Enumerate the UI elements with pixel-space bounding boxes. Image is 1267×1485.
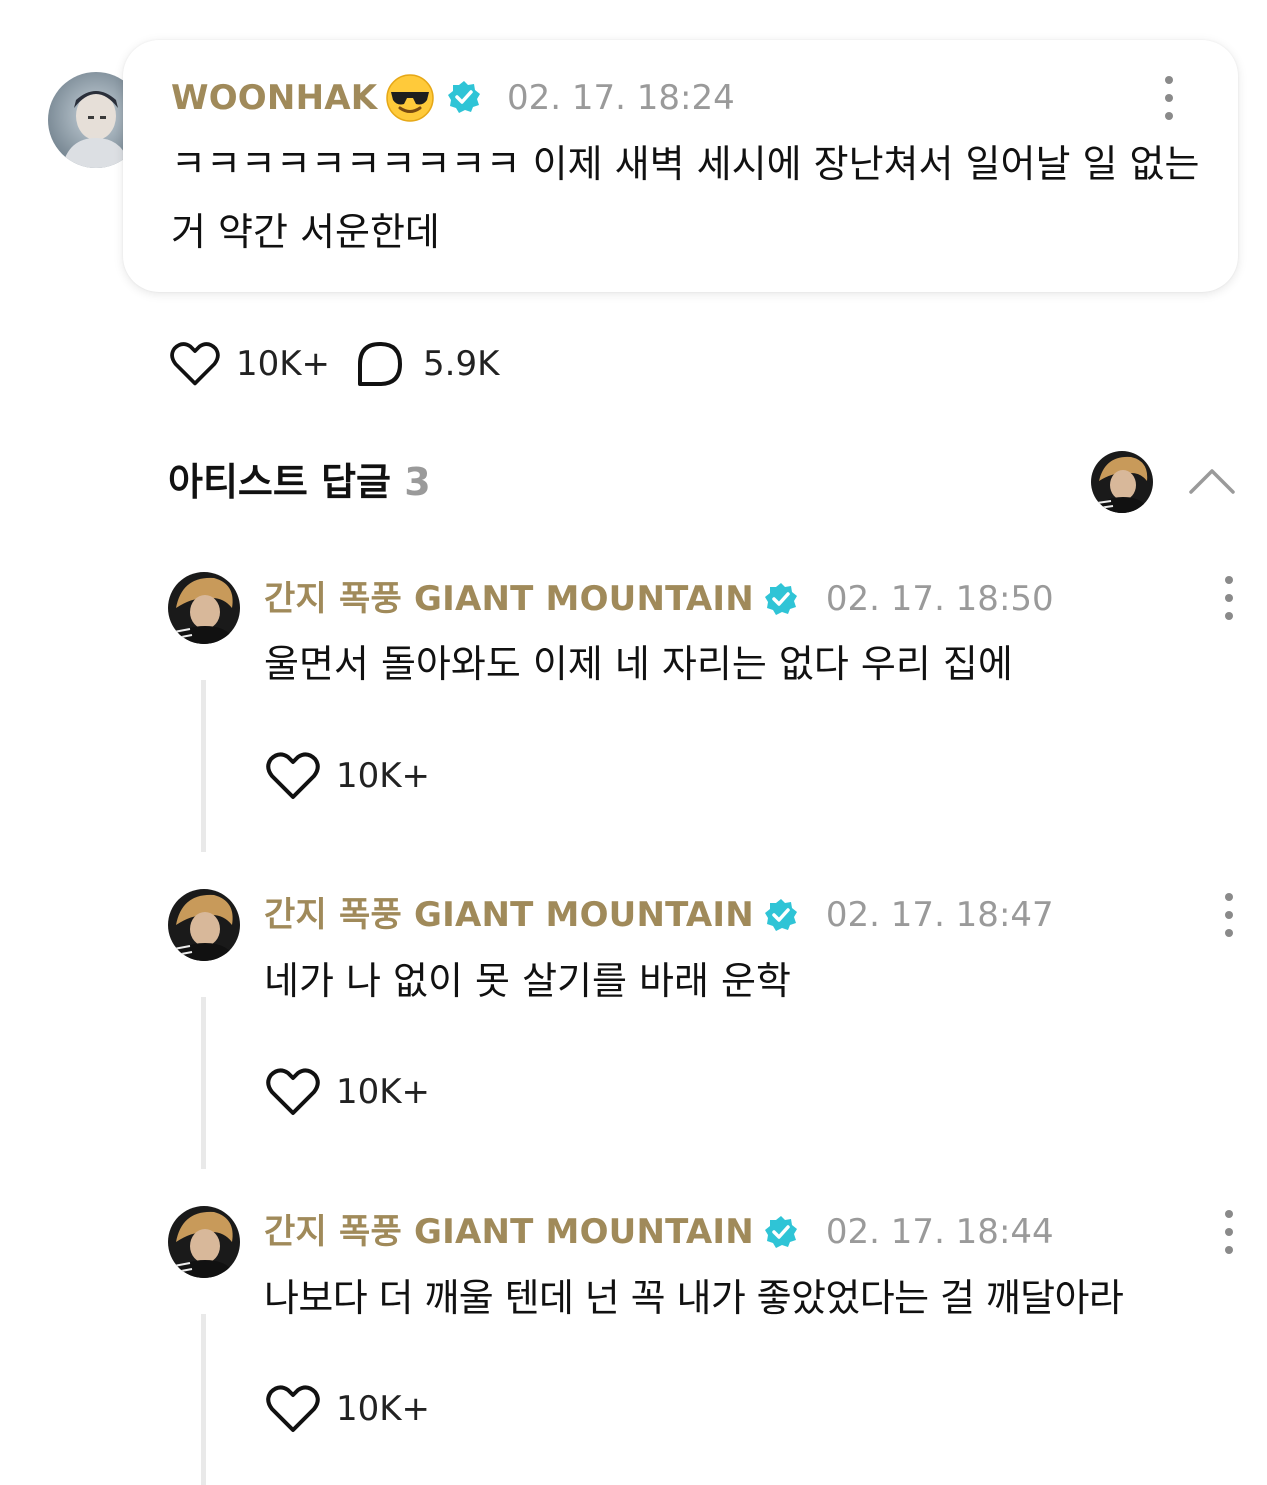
post-author-name[interactable]: WOONHAK xyxy=(171,81,377,115)
reply-like-count: 10K+ xyxy=(336,1072,431,1112)
dot-icon xyxy=(1225,1210,1233,1218)
verified-badge-icon xyxy=(764,898,798,932)
comment-count: 5.9K xyxy=(423,344,500,384)
post-timestamp: 02. 17. 18:24 xyxy=(507,78,735,118)
reply-more-options-button[interactable] xyxy=(1217,893,1241,937)
dot-icon xyxy=(1165,94,1173,102)
reply-timestamp: 02. 17. 18:47 xyxy=(825,895,1054,935)
comment-button[interactable]: 5.9K xyxy=(355,337,525,391)
dot-icon xyxy=(1225,594,1233,602)
dot-icon xyxy=(1225,893,1233,901)
reply-author-name[interactable]: 간지 폭풍 GIANT MOUNTAIN xyxy=(264,582,754,616)
dot-icon xyxy=(1225,576,1233,584)
reply-like-button[interactable]: 10K+ xyxy=(266,749,436,803)
reply-timestamp: 02. 17. 18:44 xyxy=(825,1212,1054,1252)
reply-text: 네가 나 없이 못 살기를 바래 운학 xyxy=(264,959,791,1003)
dot-icon xyxy=(1225,612,1233,620)
dot-icon xyxy=(1165,112,1173,120)
reply-like-button[interactable]: 10K+ xyxy=(266,1382,436,1436)
dot-icon xyxy=(1225,1228,1233,1236)
dot-icon xyxy=(1225,929,1233,937)
dot-icon xyxy=(1225,911,1233,919)
reply-more-options-button[interactable] xyxy=(1217,1210,1241,1254)
reply-header: 간지 폭풍 GIANT MOUNTAIN 02. 17. 18:47 xyxy=(264,895,1054,935)
heart-icon xyxy=(266,752,320,799)
heart-icon xyxy=(266,1068,320,1115)
collapse-button[interactable] xyxy=(1187,462,1237,502)
heart-icon xyxy=(266,1385,320,1432)
artist-replies-count: 3 xyxy=(404,460,431,504)
reply-author-avatar[interactable] xyxy=(168,572,240,644)
artist-replies-title: 아티스트 답글 xyxy=(168,460,391,504)
reply-author-name[interactable]: 간지 폭풍 GIANT MOUNTAIN xyxy=(264,1215,754,1249)
post-more-options-button[interactable] xyxy=(1157,76,1181,120)
reply-header: 간지 폭풍 GIANT MOUNTAIN 02. 17. 18:50 xyxy=(264,579,1054,619)
reply-text: 울면서 돌아와도 이제 네 자리는 없다 우리 집에 xyxy=(264,642,1013,686)
thread-line xyxy=(201,1314,206,1485)
reply-text: 나보다 더 깨울 텐데 넌 꼭 내가 좋았었다는 걸 깨달아라 xyxy=(264,1276,1124,1320)
smiling-face-with-sunglasses-icon xyxy=(385,73,435,123)
reply-header: 간지 폭풍 GIANT MOUNTAIN 02. 17. 18:44 xyxy=(264,1212,1054,1252)
heart-icon xyxy=(170,342,220,386)
verified-badge-icon xyxy=(764,582,798,616)
post-author-name-text: WOONHAK xyxy=(171,78,378,118)
verified-badge-icon xyxy=(764,1215,798,1249)
reply-more-options-button[interactable] xyxy=(1217,576,1241,620)
reply-like-count: 10K+ xyxy=(336,1389,431,1429)
like-count: 10K+ xyxy=(235,344,330,384)
reply-author-name[interactable]: 간지 폭풍 GIANT MOUNTAIN xyxy=(264,898,754,932)
reply-author-avatar[interactable] xyxy=(168,889,240,961)
comment-bubble-icon xyxy=(358,342,402,386)
artist-avatar[interactable] xyxy=(1091,451,1153,513)
verified-badge-icon xyxy=(447,80,481,114)
reply-like-button[interactable]: 10K+ xyxy=(266,1065,436,1119)
post-text: ㅋㅋㅋㅋㅋㅋㅋㅋㅋㅋ 이제 새벽 세시에 장난쳐서 일어날 일 없는 거 약간 … xyxy=(171,142,1200,254)
dot-icon xyxy=(1165,76,1173,84)
reply-timestamp: 02. 17. 18:50 xyxy=(825,579,1054,619)
thread-line xyxy=(201,680,206,852)
reply-author-avatar[interactable] xyxy=(168,1206,240,1278)
artist-replies-header: 아티스트 답글 3 xyxy=(168,463,431,501)
thread-line xyxy=(201,997,206,1169)
reply-like-count: 10K+ xyxy=(336,756,431,796)
like-button[interactable]: 10K+ xyxy=(170,337,330,391)
chevron-up-icon xyxy=(1189,469,1235,494)
dot-icon xyxy=(1225,1246,1233,1254)
